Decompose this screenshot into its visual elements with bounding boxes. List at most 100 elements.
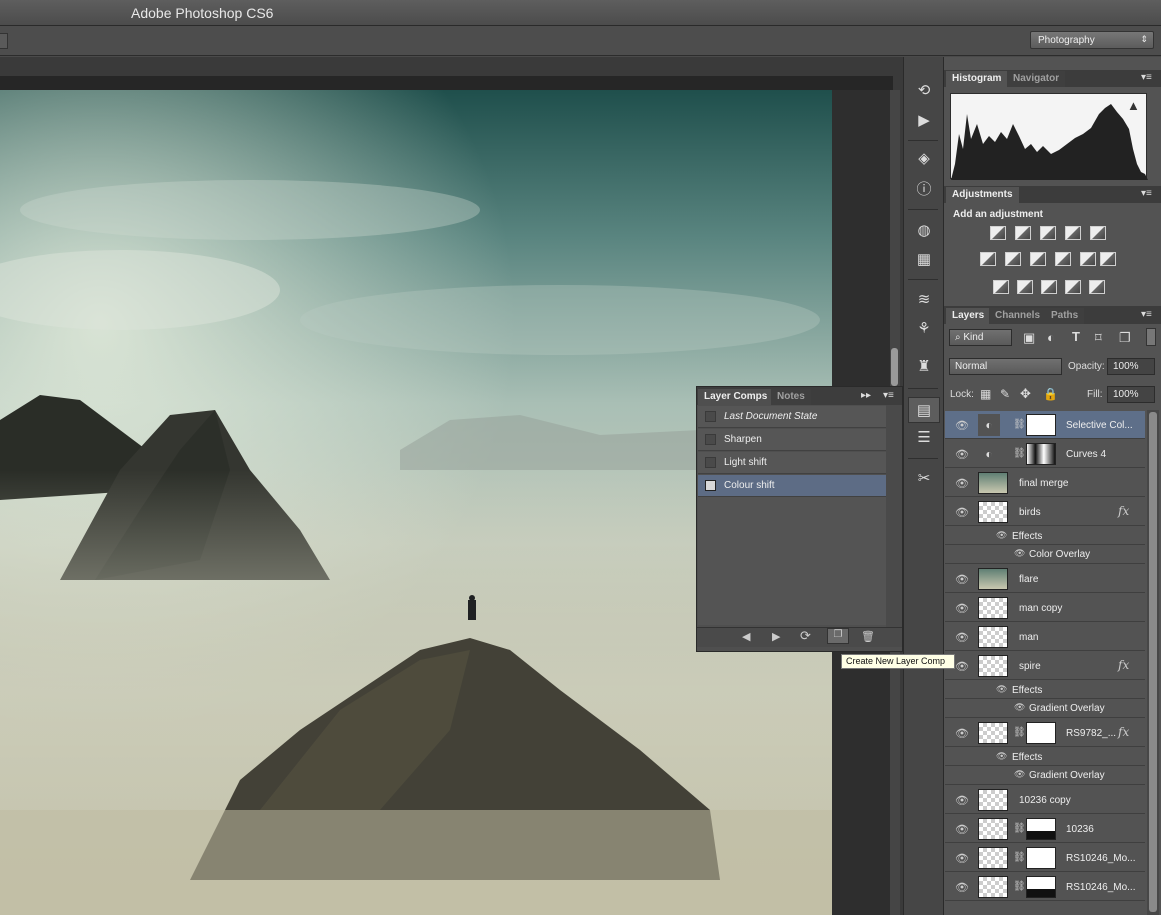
lock-transparent-icon[interactable]: ▦ bbox=[980, 387, 991, 401]
levels-icon[interactable] bbox=[1015, 226, 1031, 240]
comp-checkbox[interactable] bbox=[705, 411, 716, 422]
layer-mask-thumbnail[interactable] bbox=[1026, 722, 1056, 744]
brightness-contrast-icon[interactable] bbox=[990, 226, 1006, 240]
workspace-switcher[interactable]: Photography ⇕ bbox=[1030, 31, 1154, 49]
previous-comp-icon[interactable]: ◀ bbox=[742, 630, 750, 643]
effect-visibility-icon[interactable]: 👁 bbox=[1014, 769, 1025, 780]
hue-saturation-icon[interactable] bbox=[980, 252, 996, 266]
color-icon[interactable]: ◍ bbox=[908, 218, 940, 244]
tab-layer-comps[interactable]: Layer Comps bbox=[698, 389, 774, 405]
comp-selected-icon[interactable] bbox=[705, 480, 716, 491]
layer-comp-row[interactable]: Sharpen bbox=[698, 429, 886, 451]
panel-menu-icon[interactable]: ▾≡ bbox=[883, 390, 894, 401]
layer-thumbnail[interactable] bbox=[978, 789, 1008, 811]
link-chain-icon[interactable]: ⛓ bbox=[1013, 727, 1026, 738]
layer-row[interactable] bbox=[945, 498, 1145, 526]
filter-pixel-icon[interactable]: ▣ bbox=[1023, 330, 1035, 346]
layer-row[interactable] bbox=[945, 652, 1145, 680]
visibility-eye-icon[interactable]: 👁 bbox=[955, 727, 969, 740]
trash-icon[interactable]: 🗑 bbox=[861, 630, 875, 643]
visibility-eye-icon[interactable]: 👁 bbox=[955, 631, 969, 644]
layer-mask-thumbnail[interactable] bbox=[1026, 847, 1056, 869]
visibility-eye-icon[interactable]: 👁 bbox=[955, 573, 969, 586]
effect-visibility-icon[interactable]: 👁 bbox=[1014, 548, 1025, 559]
layer-thumbnail[interactable] bbox=[978, 472, 1008, 494]
lock-image-icon[interactable]: ✎ bbox=[1000, 387, 1010, 401]
notes-icon[interactable]: ☰ bbox=[908, 425, 940, 451]
visibility-eye-icon[interactable]: 👁 bbox=[955, 419, 969, 432]
effects-row[interactable] bbox=[945, 681, 1145, 699]
canvas-scroll-thumb[interactable] bbox=[891, 348, 898, 386]
layer-row[interactable] bbox=[945, 623, 1145, 651]
fill-field[interactable]: 100% bbox=[1107, 386, 1155, 403]
layer-thumbnail[interactable] bbox=[978, 501, 1008, 523]
filter-adjustment-icon[interactable]: ◐ bbox=[1047, 330, 1055, 345]
filter-shape-icon[interactable]: ⌑ bbox=[1095, 330, 1102, 346]
posterize-icon[interactable] bbox=[1017, 280, 1033, 294]
filter-smartobject-icon[interactable]: ❐ bbox=[1119, 330, 1131, 346]
actions-icon[interactable]: ▶ bbox=[908, 108, 940, 134]
tab-paths[interactable]: Paths bbox=[1045, 308, 1085, 324]
tab-histogram[interactable]: Histogram bbox=[946, 71, 1008, 87]
black-white-icon[interactable] bbox=[1030, 252, 1046, 266]
curves-icon[interactable] bbox=[1040, 226, 1056, 240]
lock-all-icon[interactable]: 🔒 bbox=[1043, 387, 1058, 401]
update-comp-icon[interactable]: ⟳ bbox=[800, 628, 811, 644]
panel-menu-icon[interactable]: ▾≡ bbox=[1141, 72, 1152, 83]
link-chain-icon[interactable]: ⛓ bbox=[1013, 852, 1026, 863]
threshold-icon[interactable] bbox=[1041, 280, 1057, 294]
tab-navigator[interactable]: Navigator bbox=[1007, 71, 1066, 87]
effect-visibility-icon[interactable]: 👁 bbox=[996, 751, 1007, 762]
layer-thumbnail[interactable] bbox=[978, 876, 1008, 898]
layer-thumbnail[interactable] bbox=[978, 655, 1008, 677]
layer-thumbnail[interactable] bbox=[978, 597, 1008, 619]
next-comp-icon[interactable]: ▶ bbox=[772, 630, 780, 643]
visibility-eye-icon[interactable]: 👁 bbox=[955, 477, 969, 490]
layer-row[interactable] bbox=[945, 565, 1145, 593]
layer-comp-row[interactable]: Last Document State bbox=[698, 406, 886, 428]
comp-checkbox[interactable] bbox=[705, 434, 716, 445]
layers-scroll-thumb[interactable] bbox=[1149, 412, 1157, 912]
brush-presets-icon[interactable]: ≋ bbox=[908, 287, 940, 313]
layer-comp-row[interactable]: Light shift bbox=[698, 452, 886, 474]
visibility-eye-icon[interactable]: 👁 bbox=[955, 602, 969, 615]
link-chain-icon[interactable]: ⛓ bbox=[1013, 448, 1026, 459]
layer-thumbnail[interactable] bbox=[978, 568, 1008, 590]
effect-visibility-icon[interactable]: 👁 bbox=[996, 684, 1007, 695]
3d-icon[interactable]: ◈ bbox=[908, 146, 940, 172]
effects-row[interactable] bbox=[945, 748, 1145, 766]
filter-type-icon[interactable]: T bbox=[1072, 329, 1080, 344]
layer-filter-select[interactable]: ⌕ Kind bbox=[949, 329, 1012, 346]
brush-icon[interactable]: ⚘ bbox=[908, 316, 940, 342]
fx-icon[interactable]: fx bbox=[1118, 658, 1129, 672]
fx-icon[interactable]: fx bbox=[1118, 504, 1129, 518]
panel-menu-icon[interactable]: ▾≡ bbox=[1141, 188, 1152, 199]
adjustment-layer-icon[interactable]: ◐ bbox=[978, 414, 1000, 436]
visibility-eye-icon[interactable]: 👁 bbox=[955, 660, 969, 673]
visibility-eye-icon[interactable]: 👁 bbox=[955, 448, 969, 461]
info-icon[interactable]: ⓘ bbox=[908, 177, 940, 203]
swatches-icon[interactable]: ▦ bbox=[908, 247, 940, 273]
layer-comp-row[interactable]: Colour shift bbox=[698, 475, 886, 497]
layer-comps-scrollbar[interactable] bbox=[886, 405, 902, 627]
color-lookup-icon[interactable] bbox=[1100, 252, 1116, 266]
layer-thumbnail[interactable] bbox=[978, 818, 1008, 840]
vibrance-icon[interactable] bbox=[1090, 226, 1106, 240]
link-chain-icon[interactable]: ⛓ bbox=[1013, 881, 1026, 892]
clone-source-icon[interactable]: ♜ bbox=[908, 354, 940, 380]
tab-adjustments[interactable]: Adjustments bbox=[946, 187, 1019, 203]
selective-color-icon[interactable] bbox=[1089, 280, 1105, 294]
tab-channels[interactable]: Channels bbox=[989, 308, 1047, 324]
lock-position-icon[interactable]: ✥ bbox=[1020, 386, 1031, 402]
adjustment-layer-icon[interactable]: ◐ bbox=[978, 443, 1000, 465]
effects-row[interactable] bbox=[945, 527, 1145, 545]
visibility-eye-icon[interactable]: 👁 bbox=[955, 794, 969, 807]
layer-mask-thumbnail[interactable] bbox=[1026, 443, 1056, 465]
layer-mask-thumbnail[interactable] bbox=[1026, 818, 1056, 840]
visibility-eye-icon[interactable]: 👁 bbox=[955, 823, 969, 836]
visibility-eye-icon[interactable]: 👁 bbox=[955, 506, 969, 519]
layer-mask-thumbnail[interactable] bbox=[1026, 414, 1056, 436]
exposure-icon[interactable] bbox=[1065, 226, 1081, 240]
tab-notes[interactable]: Notes bbox=[771, 389, 811, 405]
warning-icon[interactable]: ▲ bbox=[1127, 98, 1140, 113]
